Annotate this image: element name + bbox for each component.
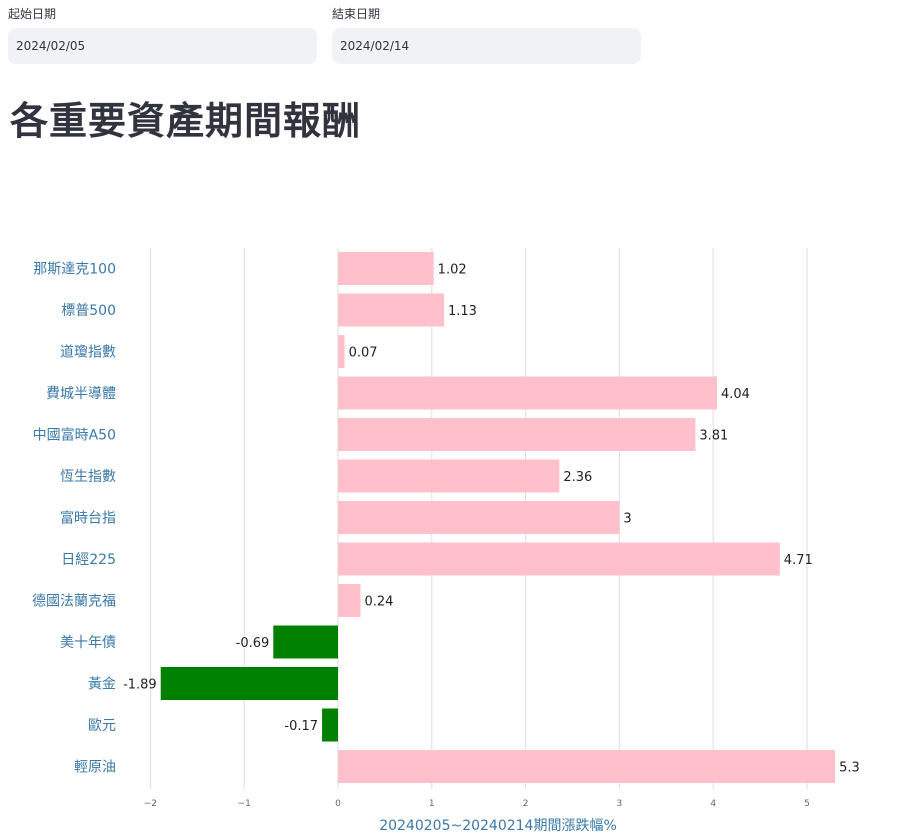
bar [338, 501, 620, 534]
bar [338, 293, 444, 327]
category-label: 輕原油 [74, 760, 116, 776]
bar [338, 459, 560, 493]
category-label: 黃金 [88, 677, 116, 693]
category-label: 富時台指 [60, 510, 116, 527]
category-label: 道瓊指數 [60, 345, 116, 361]
value-label: -0.69 [236, 636, 270, 651]
x-tick-label: 3 [617, 799, 623, 809]
category-label: 美十年債 [60, 635, 116, 651]
value-label: 1.13 [448, 304, 477, 319]
bar [338, 335, 345, 368]
value-label: -1.89 [123, 678, 157, 693]
x-axis-title: 20240205~20240214期間漲跌幅% [379, 818, 617, 834]
bars [160, 252, 836, 783]
bar [338, 376, 717, 410]
value-label: -0.17 [284, 719, 318, 734]
x-tick-label: 0 [335, 799, 341, 809]
value-label: 0.24 [365, 595, 394, 610]
bar [273, 625, 338, 659]
bar [322, 708, 338, 742]
category-label: 費城半導體 [46, 386, 116, 402]
bar [338, 252, 434, 285]
returns-bar-chart: −2 −1 0 1 2 3 4 5 那斯達克100 1.02 標普500 1.13 道瓊指數 0.07 費城… [32, 248, 860, 834]
value-label: 2.36 [563, 470, 592, 485]
x-tick-label: 4 [710, 799, 716, 809]
bar [338, 542, 780, 576]
value-label: 1.02 [438, 263, 467, 278]
x-tick-label: 5 [804, 799, 810, 809]
bar [338, 750, 836, 783]
value-label: 5.3 [839, 761, 860, 776]
value-label: 4.04 [721, 387, 750, 402]
x-tick-label: 2 [523, 799, 529, 809]
category-label: 標普500 [61, 303, 116, 319]
x-tick-label: −2 [144, 799, 157, 809]
category-label: 那斯達克100 [33, 262, 116, 278]
category-label: 恆生指數 [60, 469, 116, 485]
value-label: 4.71 [784, 553, 813, 568]
category-label: 日經225 [61, 552, 116, 568]
x-tick-label: 1 [429, 799, 435, 809]
value-label: 0.07 [349, 346, 378, 361]
category-label: 德國法蘭克福 [32, 594, 116, 610]
bar [338, 418, 696, 451]
category-label: 歐元 [88, 718, 116, 734]
x-tick-label: −1 [238, 799, 251, 809]
category-label: 中國富時A50 [33, 427, 116, 444]
bar [160, 667, 338, 700]
bar [338, 584, 361, 617]
value-label: 3 [623, 512, 631, 527]
value-label: 3.81 [699, 429, 728, 444]
